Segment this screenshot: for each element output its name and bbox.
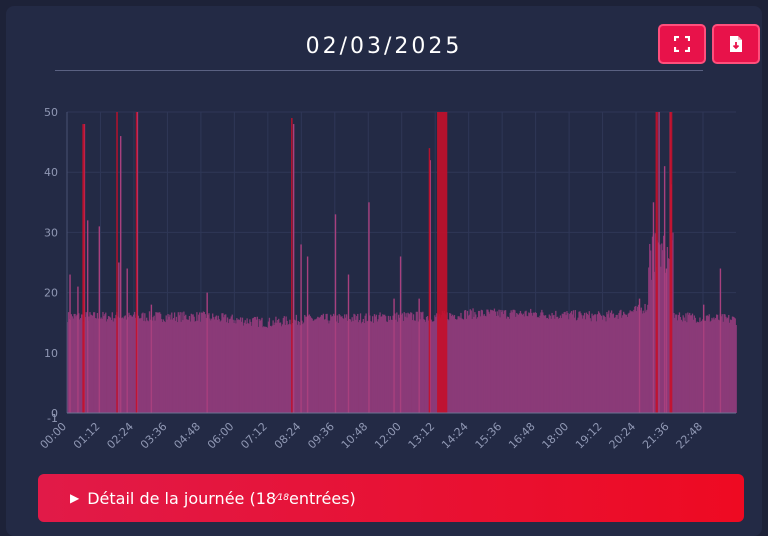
x-tick-label: 06:00 (205, 420, 237, 452)
details-label-prefix: Détail de la journée (18 (87, 488, 277, 508)
x-tick-label: 22:48 (674, 420, 706, 452)
data-point (98, 226, 101, 413)
data-point (126, 268, 128, 413)
y-tick-label: 50 (44, 106, 58, 119)
x-tick-label: 13:12 (406, 420, 438, 452)
data-point (306, 256, 309, 413)
data-point (702, 304, 705, 413)
y-tick-label: 20 (44, 287, 58, 300)
data-point (658, 112, 660, 413)
data-point (347, 274, 350, 413)
x-tick-label: 10:48 (339, 420, 371, 452)
y-tick-label: 30 (44, 226, 58, 239)
data-point (663, 166, 666, 413)
data-point (300, 244, 302, 413)
day-details-toggle[interactable]: ▶ Détail de la journée (18 ⁄18 entrées) (38, 474, 744, 522)
x-tick-label: 04:48 (171, 420, 203, 452)
data-point (638, 298, 641, 413)
x-tick-label: 18:00 (540, 420, 572, 452)
y-tick-label: 0 (51, 407, 58, 420)
details-label-suffix: entrées) (289, 488, 356, 508)
data-point (399, 256, 402, 413)
fullscreen-button[interactable] (658, 24, 706, 64)
alert-bar (82, 124, 85, 413)
y-tick-label: 40 (44, 166, 58, 179)
download-button[interactable] (712, 24, 760, 64)
details-label-total: ⁄18 (276, 493, 290, 503)
x-tick-label: 03:36 (138, 420, 170, 452)
data-point (652, 202, 655, 413)
alert-bar (135, 112, 138, 413)
alert-bar (437, 112, 448, 413)
x-tick-label: 09:36 (305, 420, 337, 452)
fullscreen-icon (674, 36, 690, 52)
triangle-right-icon: ▶ (70, 491, 80, 505)
x-tick-label: 02:24 (104, 420, 136, 452)
x-tick-label: 01:12 (71, 420, 103, 452)
data-point (206, 292, 208, 413)
data-point (334, 214, 337, 413)
data-point (119, 136, 122, 413)
data-point (86, 220, 89, 413)
alert-bar (669, 112, 673, 413)
x-tick-label: 21:36 (640, 420, 672, 452)
x-tick-label: 15:36 (473, 420, 505, 452)
title-divider (55, 70, 703, 71)
x-tick-label: 20:24 (607, 420, 639, 452)
line-chart: -10102030405000:00 01:12 02:24 03:36 04:48 06… (38, 106, 737, 452)
data-point (292, 124, 295, 413)
data-point (418, 298, 420, 413)
alert-bar (655, 112, 658, 413)
data-point (69, 274, 71, 413)
data-point (150, 304, 153, 413)
x-tick-label: 19:12 (573, 420, 605, 452)
data-point (368, 202, 370, 413)
data-point (393, 298, 395, 413)
page-title: 02/03/2025 (305, 34, 463, 59)
data-point (719, 268, 722, 413)
y-tick-label: 10 (44, 347, 58, 360)
x-tick-label: 07:12 (238, 420, 270, 452)
data-point (665, 268, 668, 413)
x-tick-label: 08:24 (272, 420, 304, 452)
alert-bar (116, 112, 118, 413)
x-tick-label: 14:24 (439, 420, 471, 452)
data-point (77, 286, 79, 413)
alert-bar (428, 148, 431, 413)
x-tick-label: 16:48 (506, 420, 538, 452)
file-download-icon (730, 36, 742, 52)
x-tick-label: 12:00 (372, 420, 404, 452)
data-point (118, 262, 120, 413)
data-bar (735, 325, 737, 413)
alert-bar (291, 118, 293, 413)
